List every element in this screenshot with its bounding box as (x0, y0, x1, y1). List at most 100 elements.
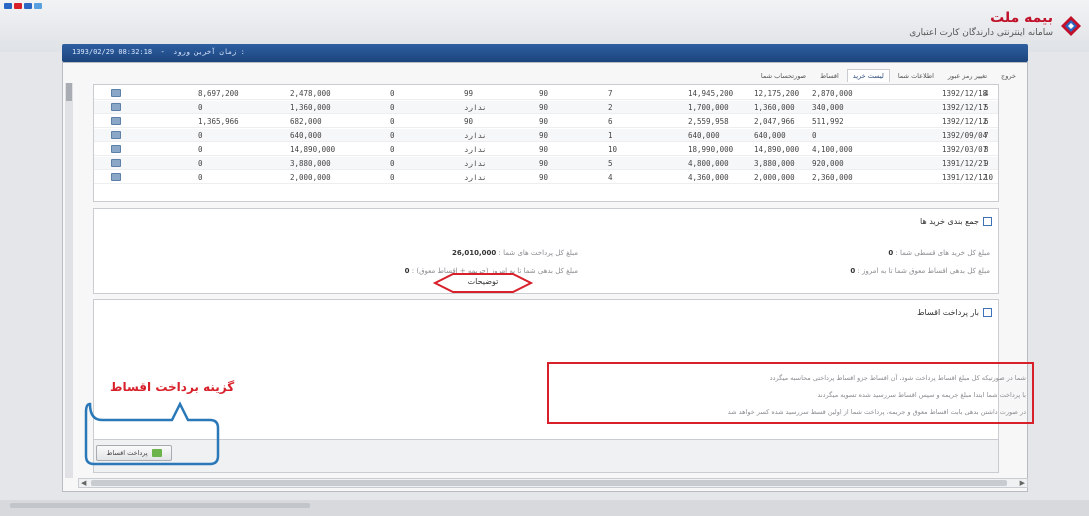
total-purchases-value: 0 (888, 249, 894, 257)
table-row[interactable]: 1392/12/17 5 340,000 1,360,000 1,700,000 2 90 ن… (94, 101, 998, 114)
tab-bar: صورتحساب شما اقساط لیست خرید اطلاعات شما… (755, 69, 1022, 82)
table-cell: 3,880,000 (754, 159, 795, 168)
total-payments-row: مبلغ کل پرداخت های شما : 26,010,000 (452, 249, 578, 257)
summary-checkbox[interactable] (983, 217, 992, 226)
scroll-right-icon[interactable]: ▶ (1020, 479, 1025, 487)
table-cell: 10 (608, 145, 618, 154)
status-text-placeholder (10, 503, 310, 508)
table-cell: 640,000 (688, 131, 720, 140)
details-icon[interactable] (111, 173, 121, 181)
table-cell: 0 (390, 103, 395, 112)
table-cell: 8 (984, 145, 989, 154)
total-payments-label: مبلغ کل پرداخت های شما : (498, 249, 578, 257)
details-icon[interactable] (111, 159, 121, 167)
table-cell: 8,697,200 (198, 89, 239, 98)
flag-icon[interactable] (14, 3, 22, 9)
annotation-caption: گزینه برداخت اقساط (110, 380, 235, 394)
table-cell: 0 (198, 131, 203, 140)
scroll-thumb[interactable] (91, 480, 1007, 486)
table-cell: 2,360,000 (812, 173, 853, 182)
table-row[interactable]: 1391/12/21 9 920,000 3,880,000 4,800,000 5 90 ن… (94, 157, 998, 170)
table-cell: 14,945,200 (688, 89, 734, 98)
table-cell: 4 (984, 89, 989, 98)
table-cell: 4,800,000 (688, 159, 729, 168)
table-cell: 640,000 (290, 131, 322, 140)
table-cell: 340,000 (812, 103, 844, 112)
table-cell: 10 (984, 173, 994, 182)
table-cell: ندارد (464, 145, 487, 154)
table-row[interactable]: 1392/03/07 8 4,100,000 14,890,000 18,990,000… (94, 143, 998, 156)
language-flags[interactable] (4, 3, 42, 9)
table-cell: 0 (198, 103, 203, 112)
tab-purchases[interactable]: لیست خرید (846, 69, 890, 82)
installment-header[interactable]: بار پرداخت اقساط (917, 308, 992, 317)
table-cell: ندارد (464, 173, 487, 182)
note-line: با پرداخت شما ابتدا مبلغ جریمه و سپس اقس… (817, 391, 1026, 399)
pay-button-bar (93, 439, 999, 473)
details-icon[interactable] (111, 131, 121, 139)
flag-icon[interactable] (4, 3, 12, 9)
installment-checkbox[interactable] (983, 308, 992, 317)
table-row[interactable]: 1392/09/04 7 0 640,000 640,000 1 90 ندارد 0 640,0… (94, 129, 998, 142)
table-cell: 6 (608, 117, 613, 126)
table-cell: 90 (539, 173, 549, 182)
table-cell: 90 (539, 103, 549, 112)
table-cell: 2,000,000 (754, 173, 795, 182)
table-cell: 1391/12/12 (942, 173, 988, 182)
status-bar (0, 500, 1089, 516)
summary-title: جمع بندی خرید ها (920, 217, 979, 226)
table-row[interactable]: 1392/12/18 4 2,870,000 12,175,200 14,945,200… (94, 87, 998, 100)
horizontal-scrollbar[interactable]: ◀ ▶ (78, 478, 1028, 488)
table-cell: 1391/12/21 (942, 159, 988, 168)
table-cell: 1,360,000 (754, 103, 795, 112)
remaining-row: مبلغ کل بدهی اقساط معوق شما تا به امروز … (850, 267, 990, 275)
details-icon[interactable] (111, 117, 121, 125)
table-row[interactable]: 1392/12/12 6 511,992 2,047,966 2,559,958 6 90 9… (94, 115, 998, 128)
details-icon[interactable] (111, 145, 121, 153)
table-cell: 0 (390, 89, 395, 98)
details-icon[interactable] (111, 89, 121, 97)
brand: بیمه ملت سامانه اینترنتی دارندگان کارت ا… (909, 10, 1053, 38)
pay-installments-button[interactable]: پرداخت اقساط (96, 445, 172, 461)
tab-profile[interactable]: اطلاعات شما (892, 69, 940, 82)
tab-logout[interactable]: خروج (995, 69, 1022, 82)
table-cell: 3,880,000 (290, 159, 331, 168)
table-cell: ندارد (464, 103, 487, 112)
table-cell: 90 (539, 145, 549, 154)
table-cell: 1392/09/04 (942, 131, 988, 140)
total-payments-value: 26,010,000 (452, 249, 497, 257)
last-login-value: 1393/02/29 08:32:18 (72, 48, 153, 56)
vertical-scrollbar[interactable] (65, 83, 73, 478)
table-cell: 14,890,000 (754, 145, 800, 154)
table-cell: 14,890,000 (290, 145, 336, 154)
table-cell: 4,100,000 (812, 145, 853, 154)
table-row[interactable]: 1391/12/12 10 2,360,000 2,000,000 4,360,000 4… (94, 171, 998, 184)
scroll-left-icon[interactable]: ◀ (81, 479, 86, 487)
table-cell: 2,478,000 (290, 89, 331, 98)
table-cell: 2 (608, 103, 613, 112)
table-cell: 1392/12/12 (942, 117, 988, 126)
table-cell: 1,360,000 (290, 103, 331, 112)
table-cell: 90 (539, 159, 549, 168)
notes-label: توضیحات (467, 277, 499, 286)
tab-installments[interactable]: اقساط (814, 69, 845, 82)
table-cell: 0 (198, 173, 203, 182)
table-cell: 0 (390, 117, 395, 126)
table-cell: 0 (390, 131, 395, 140)
note-line: در صورت داشتن بدهی بابت اقساط معوق و جری… (727, 408, 1026, 416)
details-icon[interactable] (111, 103, 121, 111)
tab-statement[interactable]: صورتحساب شما (755, 69, 812, 82)
scroll-thumb[interactable] (66, 83, 72, 101)
table-cell: 5 (984, 103, 989, 112)
tab-change-password[interactable]: تغییر رمز عبور (942, 69, 993, 82)
purchases-table: 1392/12/18 4 2,870,000 12,175,200 14,945,200… (93, 84, 999, 202)
company-name: بیمه ملت (990, 10, 1053, 26)
summary-header[interactable]: جمع بندی خرید ها (920, 217, 992, 226)
remaining-penalty-value: 0 (404, 267, 410, 275)
table-cell: 18,990,000 (688, 145, 734, 154)
table-cell: 4,360,000 (688, 173, 729, 182)
flag-icon[interactable] (34, 3, 42, 9)
table-cell: 0 (198, 145, 203, 154)
flag-icon[interactable] (24, 3, 32, 9)
table-cell: 1392/12/18 (942, 89, 988, 98)
